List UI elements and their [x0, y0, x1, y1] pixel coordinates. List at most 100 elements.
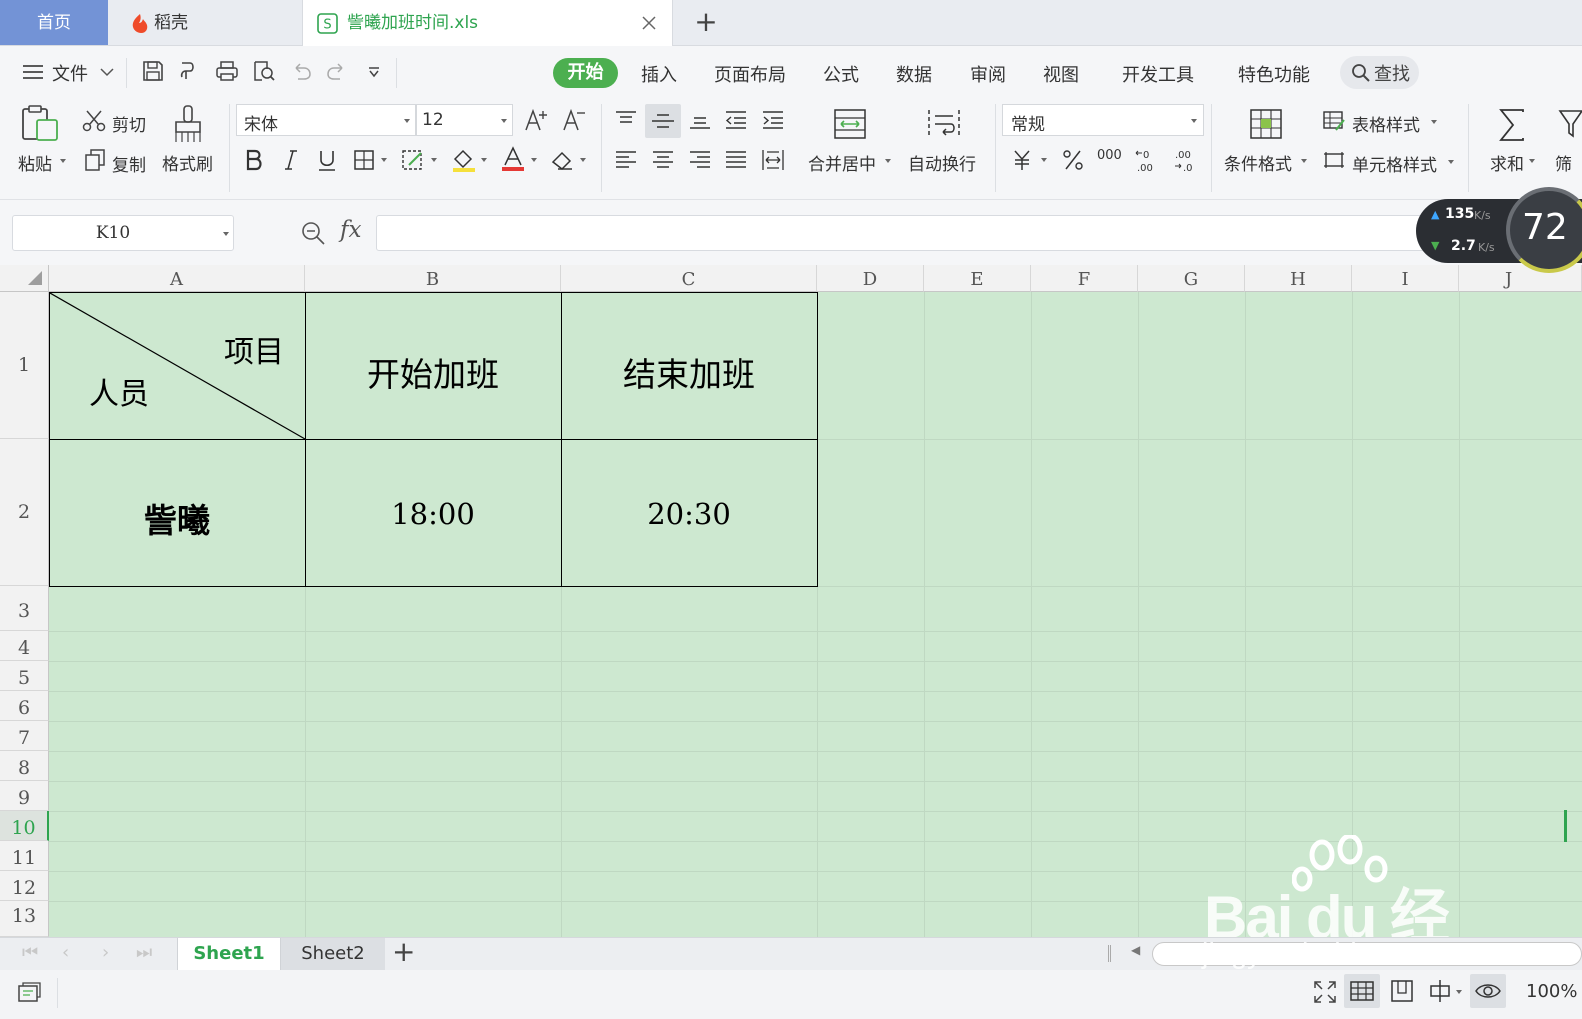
decrease-font-icon[interactable]	[562, 108, 586, 132]
tab-start[interactable]: 开始	[553, 58, 618, 88]
macro-record-icon[interactable]	[16, 980, 42, 1004]
row-header-9[interactable]: 9	[0, 781, 49, 811]
align-left-icon[interactable]	[614, 150, 638, 170]
col-header-e[interactable]: E	[924, 265, 1031, 292]
network-speed-widget[interactable]: ▲ 135 K/s ▼ 2.7 K/s 72	[1416, 187, 1582, 273]
fill-color-icon[interactable]	[451, 147, 477, 173]
cell-a1-item[interactable]: 项目	[224, 327, 284, 371]
cell-b1[interactable]: 开始加班	[305, 348, 561, 396]
cell-b2[interactable]: 18:00	[305, 497, 561, 531]
font-name-select[interactable]: 宋体	[236, 104, 416, 136]
file-menu[interactable]: 文件	[52, 60, 88, 86]
print-icon[interactable]	[215, 60, 239, 82]
font-size-select[interactable]: 12	[416, 104, 513, 136]
row-header-13[interactable]: 13	[0, 901, 49, 937]
fullscreen-icon[interactable]	[1313, 980, 1337, 1004]
chevron-down-icon[interactable]	[100, 68, 114, 77]
bold-icon[interactable]	[243, 148, 265, 172]
zoom-level[interactable]: 100%	[1526, 981, 1577, 1002]
new-tab-button[interactable]: +	[690, 0, 722, 45]
tab-developer[interactable]: 开发工具	[1122, 61, 1194, 87]
col-header-f[interactable]: F	[1031, 265, 1138, 292]
paste-button[interactable]: 粘贴	[18, 150, 52, 175]
row-header-4[interactable]: 4	[0, 631, 49, 661]
tab-page-layout[interactable]: 页面布局	[714, 61, 786, 87]
customize-toolbar-icon[interactable]	[367, 66, 381, 78]
fx-button[interactable]: fx	[340, 217, 361, 243]
col-header-g[interactable]: G	[1138, 265, 1245, 292]
wrap-text-icon[interactable]	[927, 108, 961, 140]
decrease-decimal-icon[interactable]: .00.0	[1171, 147, 1197, 173]
cell-style-icon[interactable]	[1322, 150, 1346, 170]
filter-icon[interactable]	[1558, 108, 1582, 138]
col-header-c[interactable]: C	[561, 265, 817, 292]
hamburger-icon[interactable]	[22, 64, 44, 80]
first-sheet-icon[interactable]: ⏮	[22, 942, 38, 963]
cell-style-button[interactable]: 单元格样式	[1352, 151, 1437, 176]
row-header-8[interactable]: 8	[0, 751, 49, 781]
row-header-3[interactable]: 3	[0, 586, 49, 631]
split-handle[interactable]	[1108, 945, 1111, 962]
paste-icon[interactable]	[20, 104, 60, 142]
increase-indent-icon[interactable]	[761, 110, 785, 130]
row-header-6[interactable]: 6	[0, 691, 49, 721]
tab-insert[interactable]: 插入	[641, 61, 677, 87]
last-sheet-icon[interactable]: ⏭	[136, 942, 152, 963]
row-header-12[interactable]: 12	[0, 871, 49, 901]
merge-center-icon[interactable]	[833, 108, 867, 140]
search-button[interactable]: 查找	[1340, 56, 1419, 89]
row-header-11[interactable]: 11	[0, 841, 49, 871]
tab-daoke[interactable]: 稻壳	[108, 0, 300, 45]
undo-icon[interactable]	[290, 62, 312, 80]
thousands-icon[interactable]: 000	[1097, 148, 1122, 163]
tab-view[interactable]: 视图	[1043, 61, 1079, 87]
tab-home[interactable]: 首页	[0, 0, 108, 45]
save-icon[interactable]	[142, 60, 164, 82]
tab-file[interactable]: S 訾曦加班时间.xls	[302, 0, 673, 46]
row-header-1[interactable]: 1	[0, 292, 49, 439]
zoom-formula-icon[interactable]	[300, 220, 326, 246]
format-painter-button[interactable]: 格式刷	[162, 150, 213, 175]
row-header-7[interactable]: 7	[0, 721, 49, 751]
tab-special[interactable]: 特色功能	[1238, 61, 1310, 87]
col-header-a[interactable]: A	[49, 265, 305, 292]
name-box[interactable]: K10	[12, 215, 234, 251]
conditional-format-button[interactable]: 条件格式	[1224, 150, 1292, 175]
align-right-icon[interactable]	[688, 150, 712, 170]
increase-font-icon[interactable]	[524, 108, 548, 132]
col-header-b[interactable]: B	[305, 265, 561, 292]
copy-button[interactable]: 复制	[112, 151, 146, 176]
table-style-button[interactable]: 表格样式	[1352, 111, 1420, 136]
align-bottom-icon[interactable]	[688, 110, 712, 130]
redo-icon[interactable]	[326, 62, 348, 80]
tab-data[interactable]: 数据	[896, 61, 932, 87]
tab-review[interactable]: 审阅	[970, 61, 1006, 87]
print-preview-icon[interactable]	[252, 60, 276, 82]
increase-decimal-icon[interactable]: 0.00	[1134, 147, 1160, 173]
sheet-tab-1[interactable]: Sheet1	[177, 938, 281, 970]
font-color-icon[interactable]	[501, 146, 525, 172]
tab-formula[interactable]: 公式	[823, 61, 859, 87]
justify-icon[interactable]	[724, 150, 748, 170]
row-header-10[interactable]: 10	[0, 811, 49, 841]
cut-button[interactable]: 剪切	[112, 111, 146, 136]
copy-icon[interactable]	[84, 148, 106, 172]
eye-protection-button[interactable]	[1470, 974, 1506, 1008]
col-header-d[interactable]: D	[817, 265, 924, 292]
conditional-format-icon[interactable]	[1249, 108, 1283, 140]
sum-button[interactable]: 求和	[1490, 150, 1524, 175]
percent-icon[interactable]	[1062, 149, 1084, 171]
row-header-2[interactable]: 2	[0, 439, 49, 586]
cell-a2[interactable]: 訾曦	[49, 494, 305, 542]
cell-a1-person[interactable]: 人员	[89, 369, 149, 413]
number-format-select[interactable]: 常规	[1002, 104, 1204, 136]
align-center-icon[interactable]	[651, 150, 675, 170]
wrap-text-button[interactable]: 自动换行	[908, 150, 976, 175]
format-painter-icon[interactable]	[172, 104, 204, 144]
decrease-indent-icon[interactable]	[724, 110, 748, 130]
italic-icon[interactable]	[281, 148, 301, 172]
col-header-h[interactable]: H	[1245, 265, 1352, 292]
normal-view-button[interactable]	[1344, 974, 1380, 1008]
currency-icon[interactable]	[1011, 149, 1033, 171]
align-middle-button[interactable]	[645, 104, 681, 138]
